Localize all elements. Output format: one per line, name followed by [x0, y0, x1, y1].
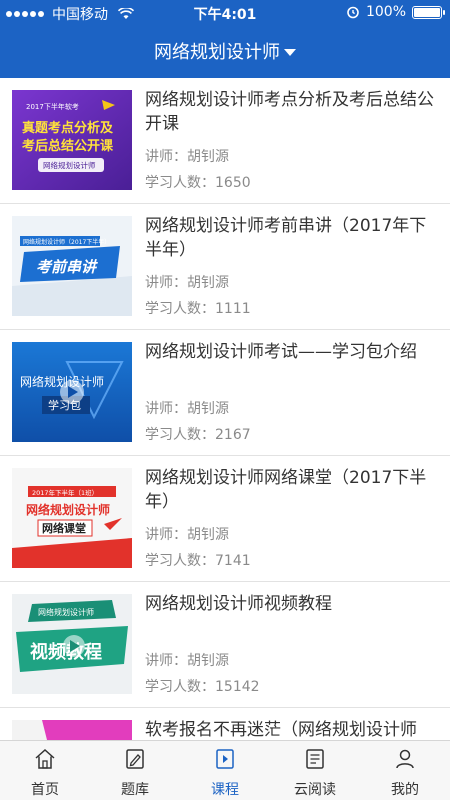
course-title: 软考报名不再迷茫（网络规划设计师: [145, 720, 417, 740]
tab-home[interactable]: 首页: [0, 741, 90, 800]
course-title: 网络规划设计师考前串讲（2017年下半年）: [145, 216, 427, 260]
course-thumbnail: 2017下半年软考 真题考点分析及 考后总结公开课 网络规划设计师: [12, 90, 132, 190]
status-right: 100%: [346, 4, 445, 20]
course-title: 网络规划设计师考点分析及考后总结公开课: [145, 90, 434, 134]
battery-icon: [412, 5, 445, 19]
course-title: 网络规划设计师视频教程: [145, 594, 332, 614]
course-item[interactable]: 网络规划设计师（2017下半年） 考前串讲 网络规划设计师考前串讲（2017年下…: [0, 204, 450, 330]
battery-percent: 100%: [365, 4, 406, 20]
course-item[interactable]: 2017年下半年（1班） 网络规划设计师 网络课堂 网络规划设计师网络课堂（20…: [0, 456, 450, 582]
course-list[interactable]: 2017下半年软考 真题考点分析及 考后总结公开课 网络规划设计师 网络规划设计…: [0, 78, 450, 740]
thumb-text: 2017年下半年（1班）: [32, 488, 98, 497]
course-title: 网络规划设计师考试——学习包介绍: [145, 342, 417, 362]
thumb-text: 真题考点分析及: [22, 120, 114, 136]
thumb-text: 考后总结公开课: [22, 138, 114, 154]
course-item[interactable]: 2017下半年软考 真题考点分析及 考后总结公开课 网络规划设计师 网络规划设计…: [0, 78, 450, 204]
course-teacher: 讲师：胡钊源: [145, 653, 229, 669]
thumb-text: 网络规划设计师: [38, 607, 94, 617]
thumb-text: 网络规划设计师（2017下半年）: [23, 238, 110, 246]
alarm-icon: [347, 6, 359, 19]
thumb-text: 网络规划设计师: [43, 160, 96, 170]
course-students: 学习人数：15142: [145, 679, 260, 695]
tab-label: 我的: [391, 782, 419, 798]
thumb-text: 考前串讲: [36, 258, 98, 276]
course-thumbnail: 2017年下半年（1班） 网络规划设计师 网络课堂: [12, 468, 132, 568]
course-students: 学习人数：7141: [145, 553, 251, 569]
course-teacher: 讲师：胡钊源: [145, 275, 229, 291]
course-teacher: 讲师：胡钊源: [145, 149, 229, 165]
course-item[interactable]: 软考报名不再迷茫（网络规划设计师: [0, 708, 450, 740]
reader-icon: [306, 749, 324, 769]
course-teacher: 讲师：胡钊源: [145, 527, 229, 543]
course-thumbnail: [12, 720, 132, 740]
tab-question-bank[interactable]: 题库: [90, 741, 180, 800]
page-title: 网络规划设计师: [154, 42, 280, 63]
course-thumbnail: 网络规划设计师 视频教程: [12, 594, 132, 694]
tab-courses[interactable]: 课程: [180, 741, 270, 800]
course-students: 学习人数：1650: [145, 175, 251, 191]
course-students: 学习人数：2167: [145, 427, 251, 443]
course-title: 网络规划设计师网络课堂（2017下半年）: [145, 468, 427, 512]
play-book-icon: [216, 749, 234, 769]
tab-label: 课程: [211, 782, 239, 798]
course-teacher: 讲师：胡钊源: [145, 401, 229, 417]
course-thumbnail: 网络规划设计师（2017下半年） 考前串讲: [12, 216, 132, 316]
tab-bar: 首页 题库 课程 云阅读 我的: [0, 740, 450, 800]
course-students: 学习人数：1111: [145, 301, 251, 317]
thumb-text: 网络规划设计师: [26, 502, 110, 517]
course-item[interactable]: 网络规划设计师 学习包 网络规划设计师考试——学习包介绍 讲师：胡钊源 学习人数…: [0, 330, 450, 456]
tab-label: 首页: [31, 782, 59, 798]
status-bar: 中国移动 下午4:01 100%: [0, 0, 450, 26]
course-item[interactable]: 网络规划设计师 视频教程 网络规划设计师视频教程 讲师：胡钊源 学习人数：151…: [0, 582, 450, 708]
category-dropdown[interactable]: 网络规划设计师: [0, 38, 450, 64]
thumb-text: 网络课堂: [42, 521, 86, 535]
caret-down-icon: [284, 48, 296, 56]
tab-cloud-reading[interactable]: 云阅读: [270, 741, 360, 800]
tab-mine[interactable]: 我的: [360, 741, 450, 800]
home-icon: [35, 748, 55, 769]
top-bar: 中国移动 下午4:01 100% 网络规划设计师: [0, 0, 450, 78]
thumb-text: 2017下半年软考: [26, 102, 79, 111]
course-thumbnail: 网络规划设计师 学习包: [12, 342, 132, 442]
tab-label: 云阅读: [294, 782, 336, 798]
edit-icon: [126, 749, 144, 769]
user-icon: [396, 749, 414, 769]
tab-label: 题库: [121, 782, 149, 798]
